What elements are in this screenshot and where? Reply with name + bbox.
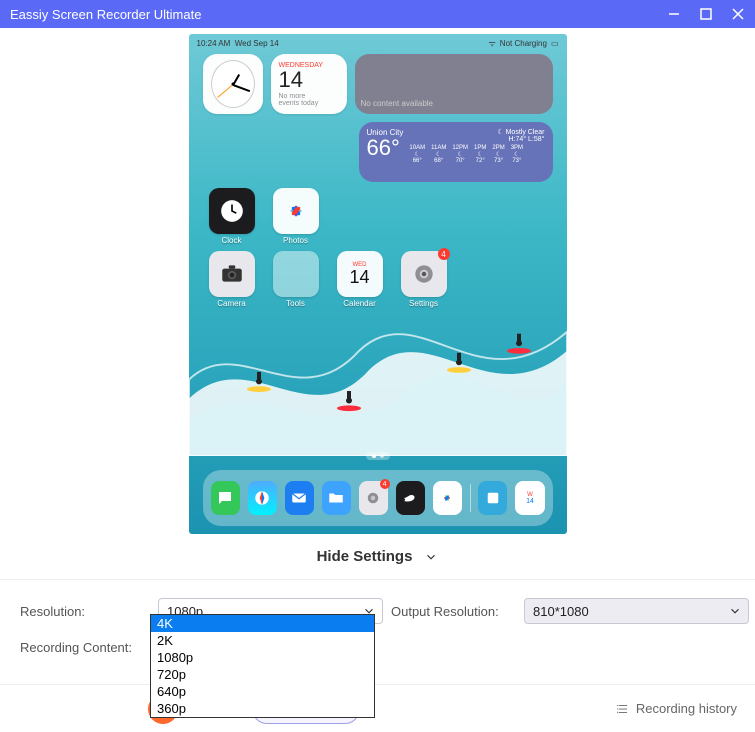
photos-icon [273, 188, 319, 234]
app-window: Eassiy Screen Recorder Ultimate 10:24 AM… [0, 0, 755, 732]
close-button[interactable] [731, 7, 745, 21]
weather-hour-col: 12PM☾70° [452, 145, 468, 164]
list-icon [616, 702, 630, 716]
analog-clock-icon [211, 60, 255, 108]
app-title: Eassiy Screen Recorder Ultimate [10, 7, 667, 22]
output-resolution-select[interactable]: 810*1080 [524, 598, 749, 624]
status-date: Wed Sep 14 [235, 39, 279, 48]
battery-icon: ▭ [551, 39, 559, 48]
status-time: 10:24 AM [197, 39, 231, 48]
resolution-label: Resolution: [20, 604, 150, 619]
titlebar: Eassiy Screen Recorder Ultimate [0, 0, 755, 28]
resolution-option[interactable]: 720p [151, 666, 374, 683]
files-icon [322, 481, 351, 515]
app-photos-label: Photos [273, 236, 319, 245]
wifi-icon: ᯤ [488, 38, 495, 49]
chevron-down-icon [424, 550, 438, 564]
messages-icon [211, 481, 240, 515]
weather-temp: 66° [367, 137, 404, 159]
recording-content-label: Recording Content: [20, 640, 150, 655]
moon-icon: ☾ [497, 129, 503, 136]
app-photos: Photos [273, 188, 319, 245]
resolution-dropdown-list[interactable]: 4K2K1080p720p640p360p [150, 614, 375, 718]
recent-app-1-icon [478, 481, 507, 515]
empty-widget: No content available [355, 54, 553, 114]
app-clock-label: Clock [209, 236, 255, 245]
hide-settings-label: Hide Settings [317, 548, 413, 565]
maximize-button[interactable] [699, 7, 713, 21]
resolution-option[interactable]: 2K [151, 632, 374, 649]
weather-hour-col: 2PM☾73° [492, 145, 504, 164]
settings-dock-icon: 4 [359, 481, 388, 515]
app-row-1: Clock [189, 182, 567, 245]
mail-icon [285, 481, 314, 515]
hide-settings-toggle[interactable]: Hide Settings [0, 534, 755, 579]
resolution-option[interactable]: 360p [151, 700, 374, 717]
app-clock: Clock [209, 188, 255, 245]
ipad-dock: 4 W14 [203, 470, 553, 526]
weather-hour-col: 10AM☾66° [409, 145, 425, 164]
safari-icon [248, 481, 277, 515]
ipad-status-bar: 10:24 AM Wed Sep 14 ᯤ Not Charging ▭ [189, 34, 567, 52]
recording-history-link[interactable]: Recording history [616, 701, 737, 716]
weather-hilo: H:74° L:58° [409, 136, 544, 143]
settings-panel: Resolution: 1080p Output Resolution: 810… [0, 579, 755, 655]
ipad-screen: 10:24 AM Wed Sep 14 ᯤ Not Charging ▭ [189, 34, 567, 534]
settings-badge: 4 [438, 248, 450, 260]
weather-condition: Mostly Clear [506, 129, 545, 136]
calendar-widget-date: 14 [279, 69, 339, 91]
output-resolution-label: Output Resolution: [391, 604, 516, 619]
resolution-option[interactable]: 1080p [151, 649, 374, 666]
weather-widget: Union City 66° ☾ Mostly Clear H:74° L:58… [359, 122, 553, 182]
recording-history-label: Recording history [636, 701, 737, 716]
bottom-toolbar: SnapShot Recording history [0, 684, 755, 732]
calendar-widget: WEDNESDAY 14 No more events today [271, 54, 347, 114]
status-charging: Not Charging [500, 39, 547, 48]
clock-icon [209, 188, 255, 234]
bird-app-icon [396, 481, 425, 515]
clock-widget [203, 54, 263, 114]
minimize-button[interactable] [667, 7, 681, 21]
recent-calendar-icon: W14 [515, 481, 544, 515]
device-preview-area: 10:24 AM Wed Sep 14 ᯤ Not Charging ▭ [0, 28, 755, 534]
empty-widget-text: No content available [361, 99, 434, 108]
resolution-option[interactable]: 4K [151, 615, 374, 632]
calendar-widget-note2: events today [279, 100, 339, 107]
page-indicator [366, 452, 390, 460]
widget-row: WEDNESDAY 14 No more events today No con… [189, 54, 567, 114]
weather-hour-col: 3PM☾73° [511, 145, 523, 164]
weather-hour-col: 11AM☾68° [431, 145, 446, 164]
resolution-option[interactable]: 640p [151, 683, 374, 700]
weather-hour-col: 1PM☾72° [474, 145, 486, 164]
photos-dock-icon [433, 481, 462, 515]
chevron-down-icon [728, 604, 742, 618]
calendar-widget-note1: No more [279, 93, 339, 100]
output-resolution-value: 810*1080 [533, 604, 589, 619]
wallpaper-waves [189, 284, 567, 456]
weather-forecast-row: 10AM☾66° 11AM☾68° 12PM☾70° 1PM☾72° 2PM☾73° 3P… [409, 145, 544, 164]
